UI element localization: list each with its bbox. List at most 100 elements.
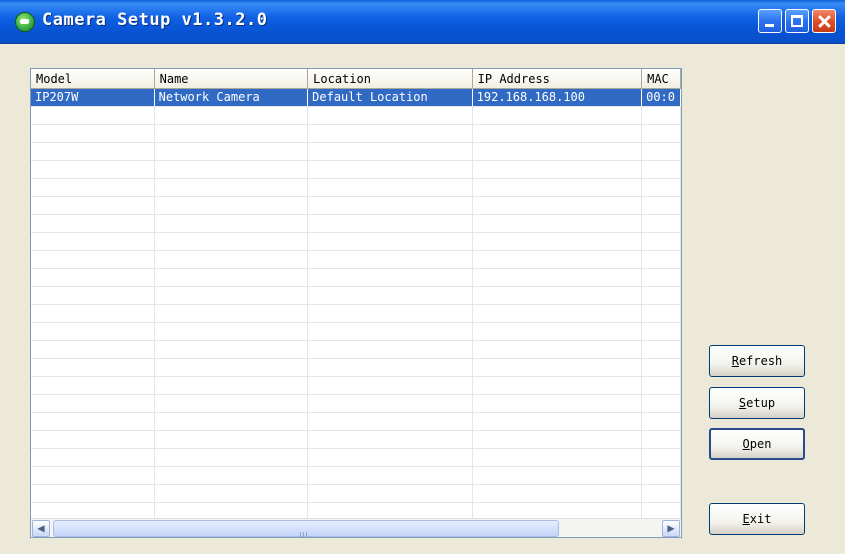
- empty-cell: [31, 467, 155, 484]
- refresh-mnemonic: R: [731, 354, 739, 368]
- refresh-button[interactable]: Refresh: [709, 345, 805, 377]
- empty-cell: [308, 161, 473, 178]
- empty-cell: [155, 179, 309, 196]
- camera-list[interactable]: Model Name Location IP Address MAC IP207…: [30, 68, 682, 538]
- exit-button[interactable]: Exit: [709, 503, 805, 535]
- empty-cell: [31, 269, 155, 286]
- empty-cell: [31, 305, 155, 322]
- empty-cell: [155, 323, 309, 340]
- empty-cell: [155, 467, 309, 484]
- maximize-button[interactable]: [785, 9, 809, 33]
- empty-cell: [642, 197, 681, 214]
- empty-cell: [642, 305, 681, 322]
- column-header-ip-address[interactable]: IP Address: [472, 69, 643, 89]
- list-item: [31, 431, 681, 449]
- empty-cell: [155, 143, 309, 160]
- title-bar[interactable]: Camera Setup v1.3.2.0: [0, 0, 845, 44]
- empty-cell: [31, 485, 155, 502]
- empty-cell: [473, 359, 643, 376]
- close-icon: [813, 10, 835, 32]
- empty-cell: [642, 161, 681, 178]
- empty-cell: [31, 287, 155, 304]
- empty-cell: [31, 215, 155, 232]
- column-header-name[interactable]: Name: [154, 69, 309, 89]
- empty-cell: [308, 395, 473, 412]
- scrollbar-thumb[interactable]: [53, 520, 559, 537]
- empty-cell: [155, 359, 309, 376]
- table-row[interactable]: IP207W Network Camera Default Location 1…: [31, 89, 681, 107]
- empty-cell: [155, 395, 309, 412]
- empty-cell: [308, 125, 473, 142]
- empty-cell: [308, 269, 473, 286]
- empty-cell: [31, 233, 155, 250]
- empty-cell: [31, 359, 155, 376]
- empty-cell: [308, 467, 473, 484]
- empty-cell: [31, 431, 155, 448]
- empty-cell: [31, 251, 155, 268]
- setup-button[interactable]: Setup: [709, 387, 805, 419]
- empty-cell: [308, 449, 473, 466]
- maximize-icon: [791, 15, 803, 27]
- empty-cell: [473, 413, 643, 430]
- empty-cell: [155, 251, 309, 268]
- empty-cell: [31, 179, 155, 196]
- empty-cell: [473, 215, 643, 232]
- list-item: [31, 359, 681, 377]
- empty-cell: [642, 359, 681, 376]
- empty-cell: [155, 215, 309, 232]
- empty-cell: [473, 341, 643, 358]
- minimize-button[interactable]: [758, 9, 782, 33]
- empty-cell: [642, 467, 681, 484]
- empty-cell: [155, 431, 309, 448]
- open-button[interactable]: Open: [709, 428, 805, 460]
- cell-ip-address: 192.168.168.100: [473, 89, 643, 106]
- cell-mac: 00:0: [642, 89, 681, 106]
- empty-cell: [308, 323, 473, 340]
- empty-cell: [308, 215, 473, 232]
- empty-cell: [308, 431, 473, 448]
- empty-cell: [642, 287, 681, 304]
- empty-cell: [473, 467, 643, 484]
- empty-cell: [473, 197, 643, 214]
- list-item: [31, 305, 681, 323]
- list-item: [31, 215, 681, 233]
- scroll-right-button[interactable]: ▶: [662, 520, 680, 537]
- column-header-mac[interactable]: MAC: [642, 69, 681, 89]
- list-item: [31, 287, 681, 305]
- scroll-left-button[interactable]: ◀: [32, 520, 50, 537]
- column-header-location[interactable]: Location: [308, 69, 473, 89]
- empty-cell: [31, 341, 155, 358]
- empty-cell: [473, 107, 643, 124]
- empty-cell: [473, 143, 643, 160]
- empty-cell: [308, 197, 473, 214]
- list-item: [31, 467, 681, 485]
- list-item: [31, 485, 681, 503]
- empty-cell: [473, 233, 643, 250]
- empty-cell: [473, 449, 643, 466]
- close-button[interactable]: [812, 9, 836, 33]
- open-label: pen: [749, 437, 772, 451]
- empty-cell: [642, 449, 681, 466]
- empty-cell: [473, 323, 643, 340]
- empty-cell: [308, 359, 473, 376]
- empty-cell: [31, 197, 155, 214]
- empty-cell: [642, 215, 681, 232]
- camera-setup-window: Camera Setup v1.3.2.0 Model Name Locatio…: [0, 0, 845, 554]
- empty-cell: [155, 485, 309, 502]
- cell-model: IP207W: [31, 89, 155, 106]
- exit-label: xit: [749, 512, 772, 526]
- empty-cell: [473, 269, 643, 286]
- horizontal-scrollbar[interactable]: ◀ ▶: [31, 518, 681, 537]
- column-header-model[interactable]: Model: [31, 69, 155, 89]
- empty-cell: [155, 233, 309, 250]
- empty-cell: [308, 107, 473, 124]
- empty-cell: [642, 377, 681, 394]
- empty-cell: [642, 413, 681, 430]
- empty-cell: [473, 377, 643, 394]
- list-item: [31, 269, 681, 287]
- empty-cell: [473, 161, 643, 178]
- empty-cell: [31, 413, 155, 430]
- list-header: Model Name Location IP Address MAC: [31, 69, 681, 89]
- cell-name: Network Camera: [155, 89, 309, 106]
- empty-cell: [642, 269, 681, 286]
